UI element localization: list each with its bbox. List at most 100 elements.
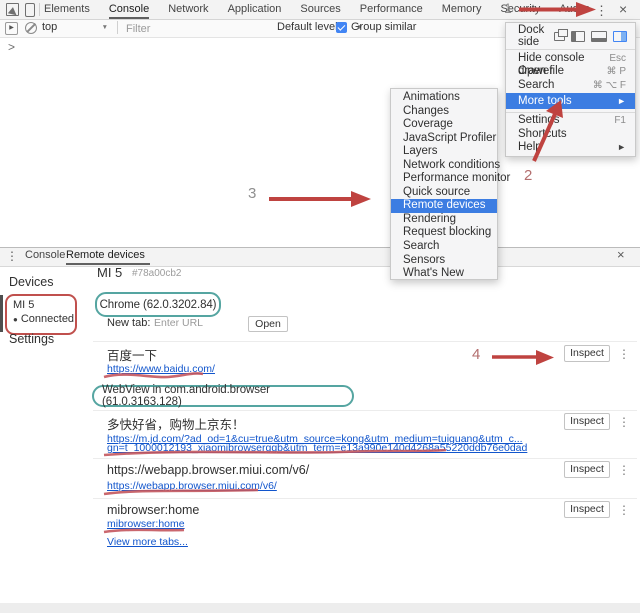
console-prompt[interactable]: > xyxy=(8,40,15,54)
inspect-button[interactable]: Inspect xyxy=(564,461,610,478)
submenu-item-javascript-profiler[interactable]: JavaScript Profiler xyxy=(391,132,497,146)
devtools-close-icon[interactable]: × xyxy=(619,1,627,17)
drawer-close-icon[interactable]: × xyxy=(617,247,625,262)
submenu-item-changes[interactable]: Changes xyxy=(391,105,497,119)
log-levels-value: Default levels xyxy=(277,21,343,33)
tab-application[interactable]: Application xyxy=(228,0,282,19)
view-more-tabs-link[interactable]: View more tabs... xyxy=(107,536,188,548)
device-serial: #78a00cb2 xyxy=(132,268,182,279)
menu-item-help[interactable]: Help ► xyxy=(506,141,635,155)
arrow-4-head xyxy=(536,350,554,365)
page-url-link[interactable]: mibrowser:home xyxy=(107,518,185,530)
webview-browser-badge: WebView in com.android.browser (61.0.316… xyxy=(92,385,354,407)
tab-performance[interactable]: Performance xyxy=(360,0,423,19)
console-filter-input[interactable] xyxy=(124,21,258,37)
page-title: mibrowser:home xyxy=(107,503,199,517)
submenu-arrow-icon: ► xyxy=(617,93,626,109)
menu-item-label: Shortcuts xyxy=(518,128,567,142)
toolbar-divider xyxy=(39,3,40,16)
tab-elements[interactable]: Elements xyxy=(44,0,90,19)
page-options-kebab-icon[interactable]: ⋮ xyxy=(618,463,630,477)
menu-item-hide-console-drawer[interactable]: Hide console drawer Esc xyxy=(506,52,635,66)
submenu-item-coverage[interactable]: Coverage xyxy=(391,118,497,132)
webview-version-label: WebView in com.android.browser (61.0.316… xyxy=(102,384,352,408)
device-toolbar-icon[interactable] xyxy=(25,3,35,17)
bottom-edge-band xyxy=(0,603,640,613)
page-options-kebab-icon[interactable]: ⋮ xyxy=(618,415,630,429)
inspect-element-icon[interactable] xyxy=(6,3,19,16)
page-url-link[interactable]: https://www.baidu.com/ xyxy=(107,363,215,375)
tab-security[interactable]: Security xyxy=(500,0,540,19)
dock-icons xyxy=(554,31,627,42)
submenu-item-whats-new[interactable]: What's New xyxy=(391,267,497,281)
devtools-main-menu: Dock side Hide console drawer Esc Open f… xyxy=(505,22,636,157)
menu-item-open-file[interactable]: Open file ⌘ P xyxy=(506,65,635,79)
tab-memory[interactable]: Memory xyxy=(442,0,482,19)
dock-side-row: Dock side xyxy=(506,26,635,46)
submenu-item-quick-source[interactable]: Quick source xyxy=(391,186,497,200)
inspect-button[interactable]: Inspect xyxy=(564,501,610,518)
sidebar-item-device[interactable]: MI 5 xyxy=(13,299,34,311)
arrow-3-head xyxy=(351,191,371,207)
console-sidebar-toggle-icon[interactable]: ▶ xyxy=(5,22,18,35)
drawer-tab-console[interactable]: Console xyxy=(25,247,65,265)
sidebar-item-settings[interactable]: Settings xyxy=(9,332,54,346)
submenu-item-animations[interactable]: Animations xyxy=(391,91,497,105)
page-url-link-line2[interactable]: gn=t_1000012193_xiaomibrowserggb&utm_ter… xyxy=(107,442,527,454)
underline-mibrowser xyxy=(104,530,184,532)
menu-divider xyxy=(506,49,635,50)
tab-network[interactable]: Network xyxy=(168,0,208,19)
row-divider xyxy=(93,498,637,499)
submenu-item-remote-devices[interactable]: Remote devices xyxy=(391,199,497,213)
row-divider xyxy=(93,410,637,411)
menu-item-label: Help xyxy=(518,141,542,155)
page-options-kebab-icon[interactable]: ⋮ xyxy=(618,347,630,361)
menu-shortcut: Esc xyxy=(609,52,626,66)
annotation-number-2: 2 xyxy=(524,167,532,184)
menu-item-settings[interactable]: Settings F1 xyxy=(506,114,635,128)
clear-console-icon[interactable] xyxy=(25,22,37,34)
new-tab-url-input[interactable] xyxy=(152,315,244,331)
menu-divider xyxy=(506,112,635,113)
row-divider xyxy=(93,458,637,459)
submenu-item-request-blocking[interactable]: Request blocking xyxy=(391,226,497,240)
menu-item-label: Search xyxy=(518,79,554,93)
submenu-item-layers[interactable]: Layers xyxy=(391,145,497,159)
open-button[interactable]: Open xyxy=(248,316,288,332)
menu-shortcut: F1 xyxy=(614,114,626,128)
page-options-kebab-icon[interactable]: ⋮ xyxy=(618,503,630,517)
page-title: https://webapp.browser.miui.com/v6/ xyxy=(107,463,309,477)
tab-sources[interactable]: Sources xyxy=(300,0,340,19)
submenu-item-network-conditions[interactable]: Network conditions xyxy=(391,159,497,173)
devtools-window: Elements Console Network Application Sou… xyxy=(0,0,640,613)
dock-side-label: Dock side xyxy=(518,24,554,48)
devtools-menu-kebab-icon[interactable]: ⋮ xyxy=(595,3,608,19)
drawer-menu-kebab-icon[interactable]: ⋮ xyxy=(6,249,18,263)
dock-bottom-icon[interactable] xyxy=(591,31,607,42)
inspect-button[interactable]: Inspect xyxy=(564,413,610,430)
more-tools-submenu: Animations Changes Coverage JavaScript P… xyxy=(390,88,498,280)
annotation-number-4: 4 xyxy=(472,346,480,363)
menu-item-shortcuts[interactable]: Shortcuts xyxy=(506,128,635,142)
devtools-tab-bar: Elements Console Network Application Sou… xyxy=(44,0,590,19)
dock-left-icon[interactable] xyxy=(571,31,585,42)
submenu-item-sensors[interactable]: Sensors xyxy=(391,254,497,268)
new-tab-label: New tab: xyxy=(107,317,150,329)
dock-right-icon[interactable] xyxy=(613,31,627,42)
device-title: MI 5 xyxy=(97,265,122,280)
submenu-item-performance-monitor[interactable]: Performance monitor xyxy=(391,172,497,186)
submenu-item-rendering[interactable]: Rendering xyxy=(391,213,497,227)
annotation-number-3: 3 xyxy=(248,185,256,202)
tab-console[interactable]: Console xyxy=(109,0,149,19)
group-similar-checkbox[interactable] xyxy=(336,22,347,33)
menu-item-search[interactable]: Search ⌘ ⌥ F xyxy=(506,79,635,93)
execution-context-select[interactable]: top ▼ xyxy=(42,21,108,33)
menu-item-more-tools[interactable]: More tools ► xyxy=(506,93,635,109)
menu-shortcut: ⌘ ⌥ F xyxy=(593,79,626,93)
tab-audits[interactable]: Audits xyxy=(559,0,590,19)
drawer-tab-remote-devices[interactable]: Remote devices xyxy=(66,247,150,265)
submenu-item-search[interactable]: Search xyxy=(391,240,497,254)
inspect-button[interactable]: Inspect xyxy=(564,345,610,362)
page-url-link[interactable]: https://webapp.browser.miui.com/v6/ xyxy=(107,480,277,492)
undock-icon[interactable] xyxy=(554,32,565,41)
